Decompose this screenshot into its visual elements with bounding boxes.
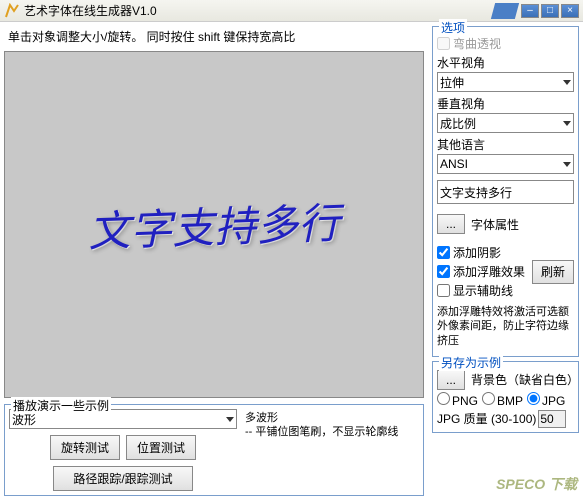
bgcolor-label: 背景色（缺省白色） <box>471 371 574 388</box>
save-legend: 另存为示例 <box>439 354 503 371</box>
minimize-button[interactable]: – <box>521 4 539 18</box>
hview-label: 水平视角 <box>437 54 574 71</box>
jpg-radio[interactable] <box>527 392 540 405</box>
path-track-button[interactable]: 路径跟踪/跟踪测试 <box>53 466 193 491</box>
quality-label: JPG 质量 (30-100) <box>437 410 536 427</box>
vview-combo[interactable]: 成比例 <box>437 113 574 133</box>
position-test-button[interactable]: 位置测试 <box>126 435 196 460</box>
bgcolor-ellipsis-button[interactable]: ... <box>437 370 465 390</box>
shadow-checkbox[interactable] <box>437 246 450 259</box>
font-label: 字体属性 <box>471 216 519 233</box>
quality-input[interactable] <box>538 410 566 428</box>
font-ellipsis-button[interactable]: ... <box>437 214 465 234</box>
aux-label: 显示辅助线 <box>453 282 513 299</box>
emboss-label: 添加浮雕效果 <box>453 263 525 280</box>
app-icon <box>4 3 20 19</box>
bend-label: 弯曲透视 <box>453 35 501 52</box>
chevron-down-icon <box>563 121 571 126</box>
shadow-label: 添加阴影 <box>453 244 501 261</box>
demo-legend: 播放演示一些示例 <box>11 397 111 414</box>
vview-label: 垂直视角 <box>437 95 574 112</box>
hint-text: 单击对象调整大小/旋转。 同时按住 shift 键保持宽高比 <box>4 26 424 47</box>
options-legend: 选项 <box>439 19 467 36</box>
bmp-radio[interactable] <box>482 392 495 405</box>
hview-combo[interactable]: 拉伸 <box>437 72 574 92</box>
emboss-checkbox[interactable] <box>437 265 450 278</box>
chevron-down-icon <box>226 417 234 422</box>
lang-label: 其他语言 <box>437 136 574 153</box>
close-button[interactable]: × <box>561 4 579 18</box>
demo-description: 多波形 -- 平铺位图笔刷，不显示轮廓线 <box>243 409 419 491</box>
jpg-radio-label[interactable]: JPG <box>527 392 565 408</box>
aux-checkbox[interactable] <box>437 284 450 297</box>
canvas-text[interactable]: 文字支持多行 <box>87 190 341 260</box>
bend-checkbox <box>437 37 450 50</box>
options-note: 添加浮雕特效将激活可选额外像素间距，防止字符边缘挤压 <box>437 305 574 348</box>
refresh-button[interactable]: 刷新 <box>532 260 574 284</box>
window-title: 艺术字体在线生成器V1.0 <box>24 2 493 19</box>
text-input[interactable] <box>437 180 574 204</box>
chevron-down-icon <box>563 162 571 167</box>
png-radio[interactable] <box>437 392 450 405</box>
preview-canvas[interactable]: 文字支持多行 <box>4 51 424 398</box>
lang-combo[interactable]: ANSI <box>437 154 574 174</box>
chevron-down-icon <box>563 80 571 85</box>
png-radio-label[interactable]: PNG <box>437 392 478 408</box>
rotate-test-button[interactable]: 旋转测试 <box>50 435 120 460</box>
bmp-radio-label[interactable]: BMP <box>482 392 523 408</box>
maximize-button[interactable]: □ <box>541 4 559 18</box>
flag-decoration <box>491 3 519 19</box>
